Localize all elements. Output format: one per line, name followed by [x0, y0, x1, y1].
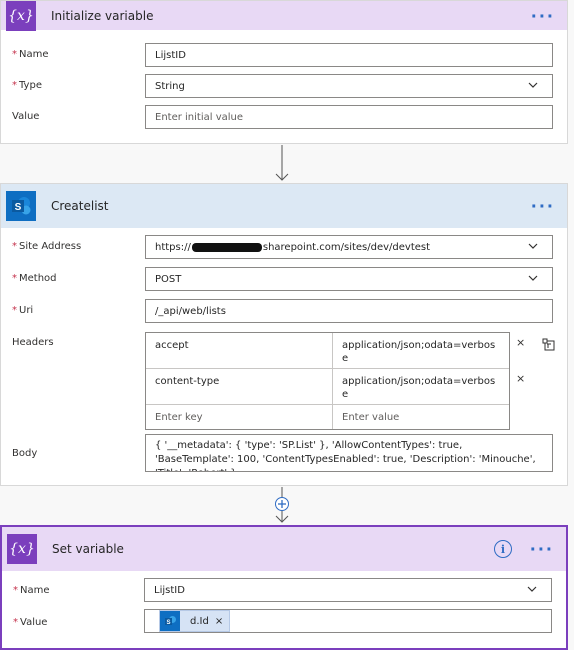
uri-label: * Uri [12, 305, 34, 316]
variable-icon: {x} [6, 0, 36, 31]
variable-icon: {x} [7, 534, 37, 564]
header-key-input[interactable]: accept [146, 333, 333, 368]
body-input[interactable]: { '__metadata': { 'type': 'SP.List' }, '… [145, 434, 553, 472]
uri-input[interactable]: /_api/web/lists [145, 299, 553, 323]
remove-header-icon[interactable]: × [516, 372, 525, 385]
chevron-down-icon [528, 243, 538, 249]
switch-to-text-mode-icon[interactable] [542, 338, 556, 352]
new-value-input[interactable]: Enter value [333, 405, 509, 429]
header-row-new: Enter key Enter value [146, 405, 509, 429]
dynamic-content-token[interactable]: S d.Id × [159, 610, 231, 632]
set-variable-header[interactable]: {x} Set variable i ··· [2, 527, 566, 571]
card-title: Createlist [51, 199, 109, 213]
name-label: * Name [13, 585, 50, 596]
sharepoint-icon: S [160, 611, 180, 631]
more-options-icon[interactable]: ··· [530, 540, 554, 559]
card-title: Set variable [52, 542, 124, 556]
site-address-select[interactable]: https:// sharepoint.com/sites/dev/devtes… [145, 235, 553, 259]
header-row: accept application/json;odata=verbose [146, 333, 509, 369]
svg-text:S: S [166, 620, 170, 626]
value-label: Value [12, 111, 40, 122]
header-row: content-type application/json;odata=verb… [146, 369, 509, 405]
chevron-down-icon [527, 586, 537, 592]
type-label: * Type [12, 80, 42, 91]
info-icon[interactable]: i [494, 540, 512, 558]
header-value-input[interactable]: application/json;odata=verbose [333, 369, 509, 404]
sharepoint-icon: S [6, 191, 36, 221]
chevron-down-icon [528, 82, 538, 88]
new-key-input[interactable]: Enter key [146, 405, 333, 429]
initialize-variable-header[interactable]: {x} Initialize variable ··· [1, 0, 567, 31]
remove-token-icon[interactable]: × [215, 616, 229, 627]
site-address-label: * Site Address [12, 241, 82, 252]
headers-table: accept application/json;odata=verbose co… [145, 332, 510, 430]
set-variable-card: {x} Set variable i ··· * Name LijstID * Va… [0, 525, 568, 650]
name-label: * Name [12, 49, 49, 60]
value-input[interactable]: Enter initial value [145, 105, 553, 129]
card-title: Initialize variable [51, 8, 154, 23]
initialize-variable-card: {x} Initialize variable ··· * Name LijstI… [0, 0, 568, 144]
value-label: * Value [13, 617, 48, 628]
body-label: Body [12, 448, 38, 459]
createlist-card: S Createlist ··· * Site Address https:// … [0, 183, 568, 486]
method-label: * Method [12, 273, 57, 284]
token-label: d.Id [190, 615, 209, 627]
more-options-icon[interactable]: ··· [531, 197, 555, 216]
method-select[interactable]: POST [145, 267, 553, 291]
flow-arrow [275, 145, 289, 181]
add-step-icon[interactable] [275, 497, 289, 511]
headers-label: Headers [12, 337, 54, 348]
remove-header-icon[interactable]: × [516, 336, 525, 349]
more-options-icon[interactable]: ··· [531, 6, 555, 25]
createlist-header[interactable]: S Createlist ··· [1, 184, 567, 228]
redacted-block [191, 242, 262, 252]
name-input[interactable]: LijstID [145, 43, 553, 67]
header-value-input[interactable]: application/json;odata=verbose [333, 333, 509, 368]
svg-text:S: S [15, 202, 22, 213]
name-select[interactable]: LijstID [144, 578, 552, 602]
value-input[interactable]: S d.Id × [144, 609, 552, 633]
chevron-down-icon [528, 275, 538, 281]
type-select[interactable]: String [145, 74, 553, 98]
header-key-input[interactable]: content-type [146, 369, 333, 404]
